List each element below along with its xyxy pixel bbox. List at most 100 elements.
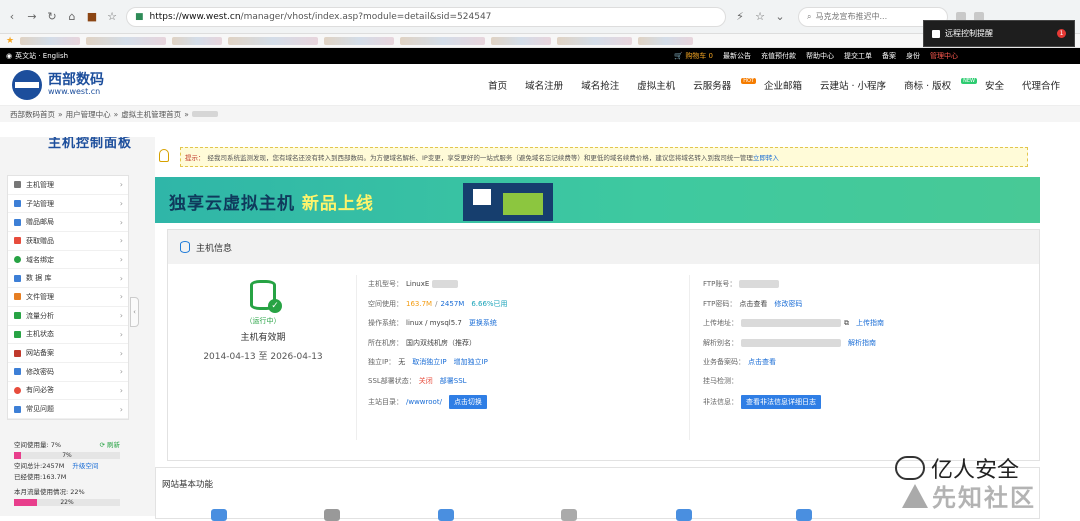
nav-virtual-host[interactable]: 虚拟主机 [637, 78, 675, 92]
host-model-value: LinuxE [406, 280, 430, 288]
change-os-link[interactable]: 更换系统 [469, 318, 497, 328]
sidebar-item-subsite[interactable]: 子站管理 › [8, 195, 128, 214]
sidebar-item-label: 主机管理 [26, 180, 54, 189]
cart-link[interactable]: 🛒 购物车 0 [674, 51, 713, 61]
key-icon [14, 368, 21, 376]
remote-control-notification[interactable]: 远程控制提醒 1 [923, 20, 1075, 47]
nav-domain-register[interactable]: 域名注册 [525, 78, 563, 92]
function-icon[interactable] [211, 509, 227, 521]
sidebar-item-icp[interactable]: 网站备案 › [8, 344, 128, 363]
ftp-account-key: FTP账号： [703, 280, 737, 288]
bookmark-item[interactable] [228, 36, 319, 45]
dns-guide-link[interactable]: 解析指南 [848, 338, 876, 348]
cancel-ip-link[interactable]: 取消独立IP [412, 357, 446, 367]
function-icon[interactable] [676, 509, 692, 521]
root-dir-key: 主站目录： [368, 398, 403, 406]
extension-icon[interactable]: ■ [86, 10, 98, 23]
breadcrumb-home[interactable]: 西部数码首页 [10, 109, 55, 120]
function-icon[interactable] [796, 509, 812, 521]
lightning-icon[interactable]: ⚡ [734, 10, 746, 23]
bookmark-item[interactable] [557, 36, 633, 45]
star-icon[interactable]: ★ [6, 36, 14, 46]
tip-text: 经我司系统监测发现，您有域名还没有转入到西部数码。为方便域名解析、IP变更，享受… [207, 154, 753, 162]
sidebar-item-traffic[interactable]: 流量分析 › [8, 307, 128, 326]
function-icon[interactable] [324, 509, 340, 521]
switch-dir-button[interactable]: 点击切换 [448, 395, 487, 409]
add-ip-link[interactable]: 增加独立IP [454, 357, 488, 367]
change-password-link[interactable]: 修改密码 [774, 299, 802, 309]
topbar-link-ticket[interactable]: 提交工单 [844, 51, 872, 61]
topbar-link-identity[interactable]: 身份 [906, 51, 920, 61]
sidebar-item-qa[interactable]: 有问必答 › [8, 382, 128, 401]
sidebar-item-database[interactable]: 数 据 库 › [8, 269, 128, 289]
dns-alias-row: 解析别名： 解析指南 [703, 338, 876, 348]
bookmark-icon[interactable]: ☆ [754, 10, 766, 23]
nav-security[interactable]: 安全 [985, 78, 1004, 92]
domain-transfer-tip: 提示： 经我司系统监测发现，您有域名还没有转入到西部数码。为方便域名解析、IP变… [180, 147, 1028, 167]
ssl-key: SSL部署状态： [368, 377, 416, 385]
back-icon[interactable]: ‹ [6, 10, 18, 23]
topbar-link-help[interactable]: 帮助中心 [806, 51, 834, 61]
flow-usage-label: 本月流量使用情况: 22% [14, 488, 85, 496]
topbar-link-icp[interactable]: 备案 [882, 51, 896, 61]
bookmark-item[interactable] [324, 36, 395, 45]
copy-icon[interactable]: ⧉ [844, 319, 849, 328]
space-total: 空间总计:2457M [14, 462, 65, 470]
bookmark-item[interactable] [491, 36, 552, 45]
function-icon[interactable] [561, 509, 577, 521]
nav-agent[interactable]: 代理合作 [1022, 78, 1060, 92]
nav-home[interactable]: 首页 [488, 78, 507, 92]
business-code-key: 业务备案码： [703, 358, 745, 366]
dropdown-icon[interactable]: ⌄ [774, 10, 786, 23]
bookmark-star-icon[interactable]: ☆ [106, 10, 118, 23]
breadcrumb-user-center[interactable]: 用户管理中心 [66, 109, 111, 120]
language-switch[interactable]: ◉ 英文站 · English [6, 51, 68, 61]
notification-badge: 1 [1057, 29, 1066, 38]
refresh-link[interactable]: ⟳ 刷新 [99, 440, 120, 451]
sidebar-item-gift-mail[interactable]: 赠品邮局 › [8, 213, 128, 233]
view-password-link[interactable]: 点击查看 [739, 299, 767, 309]
upload-guide-link[interactable]: 上传指南 [856, 318, 884, 328]
topbar-link-announcements[interactable]: 最新公告 [723, 51, 751, 61]
bookmark-item[interactable] [172, 36, 223, 45]
root-dir-value: /wwwroot/ [406, 398, 442, 406]
site-logo[interactable]: 西部数码 www.west.cn [12, 69, 104, 100]
view-illegal-log-button[interactable]: 查看非法信息详细日志 [741, 395, 821, 409]
space-pct-value: 6.66%已用 [471, 300, 508, 308]
upgrade-space-link[interactable]: 升级空间 [72, 461, 98, 472]
topbar-link-recharge[interactable]: 充值预付款 [761, 51, 796, 61]
function-icon[interactable] [438, 509, 454, 521]
redacted-value [739, 280, 780, 288]
nav-site-builder[interactable]: 云建站 · 小程序 [820, 78, 886, 92]
sidebar-item-host-status[interactable]: 主机状态 › [8, 326, 128, 345]
sidebar-collapse-toggle[interactable]: ‹ [130, 297, 139, 327]
address-bar[interactable]: ■ https://www.west.cn /manager/vhost/ind… [126, 6, 726, 27]
os-row: 操作系统： linux / mysql5.7 更换系统 [368, 318, 497, 328]
os-key: 操作系统： [368, 319, 403, 327]
sidebar-item-faq[interactable]: 常见问题 › [8, 400, 128, 419]
sidebar-item-host-manage[interactable]: 主机管理 › [8, 176, 128, 195]
nav-domain-snap[interactable]: 域名抢注 [581, 78, 619, 92]
home-icon[interactable]: ⌂ [66, 10, 78, 23]
reload-icon[interactable]: ↻ [46, 10, 58, 23]
sidebar-item-domain-bind[interactable]: 域名绑定 › [8, 251, 128, 270]
breadcrumb-vhost[interactable]: 虚拟主机管理首页 [121, 109, 181, 120]
bookmark-item[interactable] [86, 36, 167, 45]
transfer-now-link[interactable]: 立即转入 [753, 152, 779, 162]
nav-enterprise-mail[interactable]: 企业邮箱 [764, 78, 802, 92]
bookmark-item[interactable] [638, 36, 694, 45]
promo-banner[interactable]: 独享云虚拟主机 新品上线 [155, 177, 1040, 223]
sidebar-item-get-gift[interactable]: 获取赠品 › [8, 232, 128, 251]
nav-trademark[interactable]: 商标 · 版权 NEW [904, 77, 977, 92]
deploy-ssl-link[interactable]: 部署SSL [440, 376, 467, 386]
nav-cloud-server[interactable]: 云服务器 HOT [693, 77, 756, 92]
bookmark-item[interactable] [400, 36, 486, 45]
sidebar-item-password[interactable]: 修改密码 › [8, 363, 128, 382]
forward-icon[interactable]: → [26, 10, 38, 23]
sidebar-item-file-manage[interactable]: 文件管理 › [8, 288, 128, 307]
bookmark-item[interactable] [20, 36, 81, 45]
faq-icon [14, 405, 21, 413]
view-business-code-link[interactable]: 点击查看 [748, 357, 776, 367]
site-topbar: ◉ 英文站 · English 🛒 购物车 0 最新公告 充值预付款 帮助中心 … [0, 48, 1080, 64]
admin-center-link[interactable]: 管理中心 [930, 51, 958, 61]
